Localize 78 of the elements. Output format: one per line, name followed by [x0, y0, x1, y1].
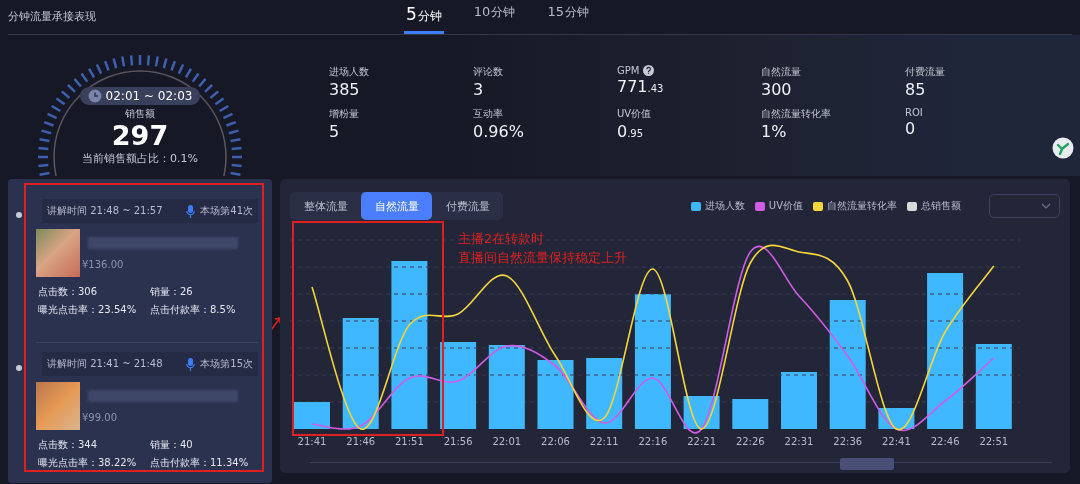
- product-stat: 销量：26: [150, 285, 194, 299]
- timeline-dot: [16, 365, 22, 371]
- axis-label: 22:06: [541, 436, 570, 447]
- axis-label: 22:11: [589, 436, 619, 447]
- assistant-button[interactable]: [1052, 137, 1074, 159]
- metric-label: 付费流量: [905, 65, 945, 79]
- product-stat: 点击付款率：11.34%: [150, 456, 250, 470]
- microphone-icon: [186, 357, 196, 371]
- metric-label: 自然流量: [761, 65, 801, 79]
- legend-label: 进场人数: [704, 199, 745, 213]
- metric-value: 385: [329, 79, 361, 101]
- metric-value: 771.43: [617, 76, 665, 98]
- product-stat: 点击数：306: [38, 285, 99, 299]
- metric-value: 3: [473, 79, 485, 101]
- metric-value: 85: [905, 79, 927, 101]
- annotation-text: 直播间自然流量保持稳定上升: [458, 249, 627, 267]
- explanation-time: 讲解时间 21:41 ~ 21:48: [47, 357, 163, 371]
- metric-dropdown[interactable]: [989, 194, 1060, 218]
- legend-label: 自然流量转化率: [827, 199, 897, 213]
- traffic-tab[interactable]: 付费流量: [432, 192, 503, 220]
- axis-label: 21:41: [297, 436, 327, 447]
- timeline-dot: [16, 212, 22, 218]
- axis-label: 22:26: [735, 436, 765, 447]
- axis-label: 22:31: [784, 436, 814, 447]
- metric-label: ROI: [905, 107, 923, 118]
- metric-value: 1%: [761, 121, 788, 143]
- product-stat: 曝光点击率：23.54%: [38, 303, 138, 317]
- explanation-count: 本场第41次: [200, 204, 253, 218]
- product-photo-placeholder: [36, 229, 80, 277]
- product-photo-placeholder: [36, 382, 80, 430]
- legend-label: 总销售额: [921, 199, 961, 213]
- product-stat: 曝光点击率：38.22%: [38, 456, 138, 470]
- traffic-tab[interactable]: 自然流量: [361, 192, 432, 220]
- chevron-down-icon: [1041, 203, 1051, 209]
- interval-tab[interactable]: 10分钟: [471, 4, 518, 34]
- gauge-label: 销售额: [125, 107, 155, 121]
- axis-label: 22:41: [882, 436, 911, 447]
- axis-label: 22:51: [979, 436, 1009, 447]
- axis-label: 22:46: [930, 436, 960, 447]
- axis-label: 22:21: [687, 436, 716, 447]
- traffic-tab[interactable]: 整体流量: [290, 192, 361, 220]
- metric-label: 互动率: [473, 107, 503, 121]
- help-icon[interactable]: [643, 65, 655, 76]
- metric-label: 自然流量转化率: [761, 107, 831, 121]
- explanation-count: 本场第15次: [200, 357, 253, 371]
- annotation-arrow: [270, 315, 282, 331]
- metric-value: 300: [761, 79, 793, 101]
- microphone-icon: [186, 204, 196, 218]
- axis-label: 21:51: [395, 436, 424, 447]
- interval-tab[interactable]: 15分钟: [545, 4, 591, 34]
- metric-label: 增粉量: [329, 107, 359, 121]
- axis-label: 21:56: [443, 436, 473, 447]
- time-range-badge: 02:01 ~ 02:03: [79, 87, 201, 105]
- axis-label: 22:01: [492, 436, 522, 447]
- scrollbar-thumb[interactable]: [840, 458, 894, 471]
- axis-label: 22:16: [638, 436, 668, 447]
- annotation-text: 主播2在转款时: [458, 230, 546, 248]
- sales-value: 297: [111, 121, 169, 151]
- product-stat: 销量：40: [150, 438, 194, 452]
- axis-label: 22:36: [833, 436, 863, 447]
- metric-value: 0.95: [617, 121, 645, 143]
- product-price: ¥136.00: [82, 259, 125, 270]
- axis-label: 21:46: [346, 436, 376, 447]
- metric-value: 0: [905, 118, 917, 140]
- section-title: 分钟流量承接表现: [8, 9, 97, 25]
- product-price: ¥99.00: [82, 412, 118, 423]
- legend-label: UV价值: [768, 199, 803, 213]
- metric-value: 0.96%: [473, 121, 525, 143]
- metric-label: 进场人数: [329, 65, 369, 79]
- clock-icon: [87, 89, 102, 103]
- sales-share: 当前销售额占比：0.1%: [82, 151, 198, 166]
- metric-label: GPM: [617, 65, 640, 76]
- metric-label: UV价值: [617, 107, 652, 121]
- explanation-time: 讲解时间 21:48 ~ 21:57: [47, 204, 163, 218]
- product-stat: 点击数：344: [38, 438, 99, 452]
- product-stat: 点击付款率：8.5%: [150, 303, 237, 317]
- metric-label: 评论数: [473, 65, 503, 79]
- metric-value: 5: [329, 121, 341, 143]
